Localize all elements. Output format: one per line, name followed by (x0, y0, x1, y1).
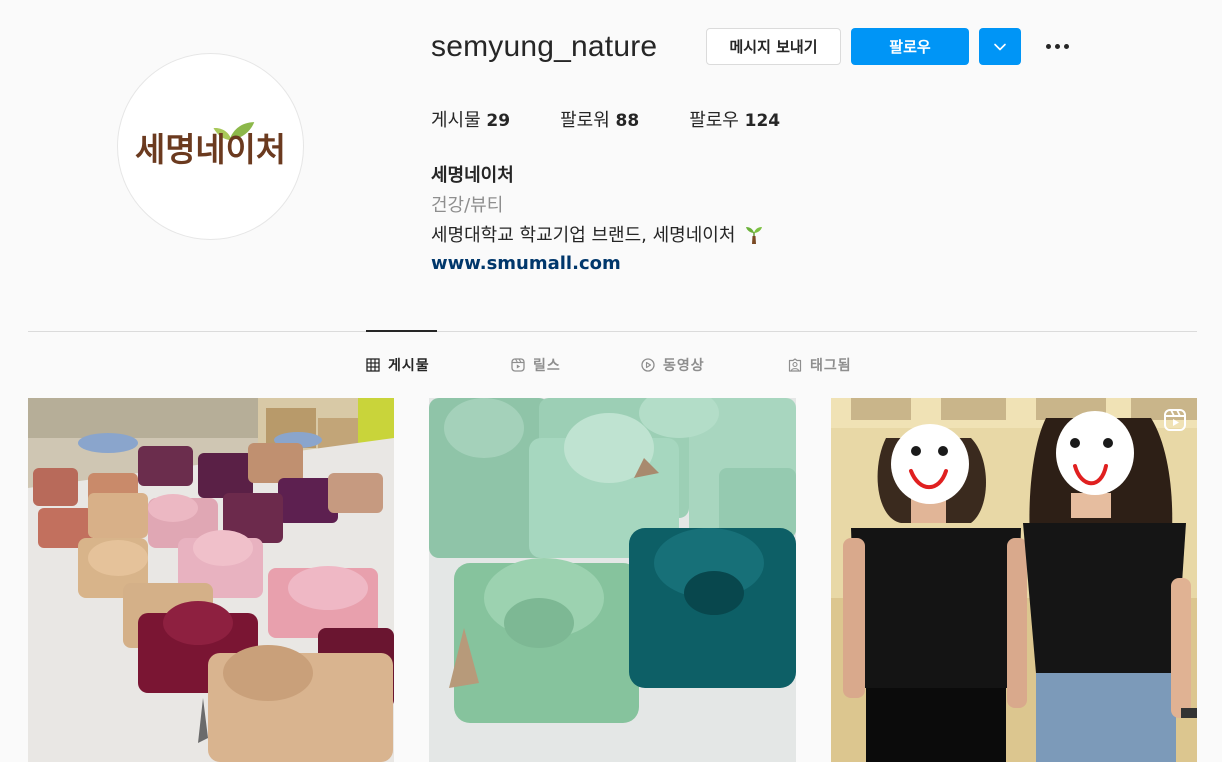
profile-full-name: 세명네이처 (431, 165, 514, 186)
chevron-down-icon (994, 43, 1006, 50)
post-thumbnail-2[interactable] (429, 398, 796, 762)
following-stat-value: 124 (744, 111, 781, 131)
more-horizontal-icon (1045, 43, 1051, 49)
post-image (28, 398, 394, 762)
reels-badge-icon (1164, 409, 1186, 431)
profile-bio: 세명대학교 학교기업 브랜드, 세명네이처 (431, 221, 765, 247)
bio-text: 세명대학교 학교기업 브랜드, 세명네이처 (431, 225, 736, 246)
profile-username: semyung_nature (431, 30, 658, 63)
follow-button[interactable]: 팔로우 (851, 28, 969, 65)
tab-reels[interactable]: 릴스 (511, 355, 561, 375)
seedling-icon (746, 227, 763, 244)
tab-reels-label: 릴스 (533, 358, 561, 374)
followers-stat-label: 팔로워 (560, 110, 610, 131)
post-image (831, 398, 1197, 762)
post-image (429, 398, 796, 762)
tab-tagged[interactable]: 태그됨 (788, 355, 852, 375)
tab-videos[interactable]: 동영상 (641, 355, 705, 375)
posts-stat-value: 29 (486, 111, 511, 131)
active-tab-indicator (366, 330, 437, 332)
message-button[interactable]: 메시지 보내기 (706, 28, 841, 65)
tagged-icon (788, 358, 802, 372)
posts-count-stat[interactable]: 게시물 29 (431, 106, 510, 132)
profile-avatar[interactable]: 세명네이처 (117, 53, 304, 240)
tabs-divider (28, 331, 1197, 332)
followers-stat-value: 88 (615, 111, 640, 131)
grid-icon (366, 358, 380, 372)
svg-text:세명네이처: 세명네이처 (135, 129, 286, 168)
tab-videos-label: 동영상 (663, 358, 705, 374)
suggested-dropdown-button[interactable] (979, 28, 1021, 65)
profile-category: 건강/뷰티 (431, 195, 504, 216)
reels-icon (511, 358, 525, 372)
more-options-button[interactable] (1040, 36, 1074, 56)
brand-logo: 세명네이처 (135, 121, 286, 168)
post-thumbnail-3[interactable] (831, 398, 1197, 762)
posts-stat-label: 게시물 (431, 110, 481, 131)
tab-posts-label: 게시물 (388, 358, 430, 374)
following-stat[interactable]: 팔로우 124 (689, 106, 780, 132)
tab-tagged-label: 태그됨 (810, 358, 852, 374)
profile-stats: 게시물 29 팔로워 88 팔로우 124 (431, 106, 830, 132)
profile-website-link[interactable]: www.smumall.com (431, 253, 621, 274)
post-thumbnail-1[interactable] (28, 398, 394, 762)
followers-stat[interactable]: 팔로워 88 (560, 106, 639, 132)
following-stat-label: 팔로우 (689, 110, 739, 131)
tab-posts[interactable]: 게시물 (366, 355, 430, 375)
video-icon (641, 358, 655, 372)
